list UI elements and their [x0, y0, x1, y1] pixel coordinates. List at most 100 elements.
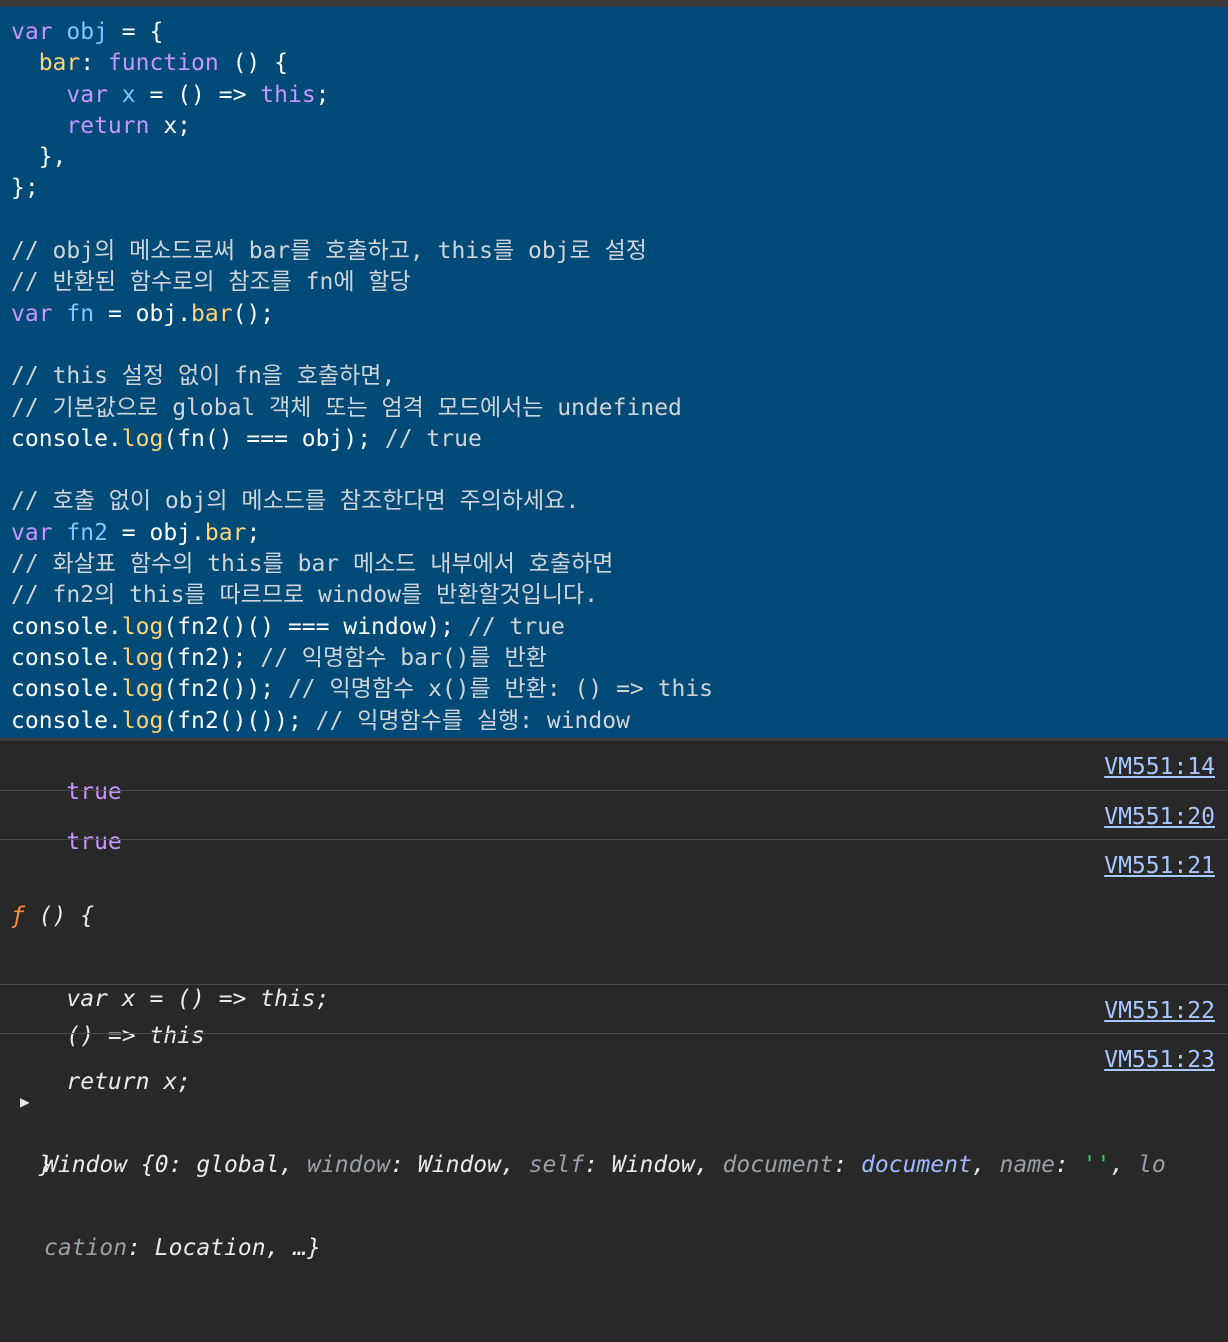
preview-key: document — [722, 1152, 834, 1178]
property: bar — [38, 50, 81, 77]
code-line: console.log(fn2()() === window); // true — [11, 612, 1228, 643]
code-line: return x; — [11, 111, 1228, 142]
code-text: console. — [11, 644, 122, 671]
console-output: true VM551:14 true VM551:20 ƒ () { var x… — [0, 738, 1228, 1261]
code-line: var fn2 = obj.bar; — [11, 518, 1228, 549]
code-line: console.log(fn2()); // 익명함수 x()를 반환: () … — [11, 674, 1228, 705]
method: log — [121, 707, 164, 734]
code-line: var fn = obj.bar(); — [11, 299, 1228, 330]
source-link[interactable]: VM551:22 — [1104, 997, 1215, 1025]
code-text: console. — [11, 707, 122, 734]
code-text: console. — [11, 613, 122, 640]
code-text: (); — [232, 300, 275, 327]
method: log — [121, 425, 164, 452]
preview-text: , — [1110, 1152, 1139, 1178]
console-message: ƒ () { var x = () => this; return x; } V… — [0, 839, 1228, 1178]
identifier: x — [121, 81, 136, 108]
code-comment: // fn2의 this를 따르므로 window를 반환할것입니다. — [11, 582, 599, 609]
code-comment: // true — [467, 613, 565, 640]
code-text: console. — [11, 676, 122, 703]
preview-text: : Window, — [584, 1152, 723, 1178]
code-line: bar: function () { — [11, 48, 1228, 79]
expand-triangle-icon[interactable]: ▶ — [20, 1092, 30, 1111]
preview-string: '' — [1082, 1152, 1111, 1178]
code-text: () { — [218, 50, 288, 77]
code-comment: // 익명함수를 실행: window — [315, 707, 630, 734]
identifier: fn — [66, 300, 95, 327]
keyword: function — [107, 50, 219, 77]
code-text: = obj. — [94, 300, 192, 327]
code-line: console.log(fn() === obj); // true — [11, 424, 1228, 455]
preview-text: Window {0: global, — [44, 1152, 308, 1178]
identifier: fn2 — [66, 519, 108, 546]
code-text: (fn2); — [163, 644, 261, 671]
keyword: var — [11, 300, 53, 327]
code-comment: // 반환된 함수로의 참조를 fn에 할당 — [11, 269, 411, 296]
console-message: true VM551:20 — [0, 790, 1228, 855]
code-line: console.log(fn2()()); // 익명함수를 실행: windo… — [11, 706, 1228, 737]
preview-text: : Window, — [390, 1152, 529, 1178]
property: bar — [204, 519, 247, 546]
code-comment: // 익명함수 bar()를 반환 — [260, 644, 547, 671]
code-comment: // obj의 메소드로써 bar를 호출하고, this를 obj로 설정 — [11, 238, 647, 265]
code-text: x; — [149, 112, 192, 139]
keyword: var — [66, 81, 108, 108]
code-text: : — [80, 50, 108, 77]
code-text: = { — [107, 19, 164, 45]
code-text: (fn2()); — [163, 676, 288, 703]
source-link[interactable]: VM551:23 — [1104, 1046, 1215, 1074]
source-link[interactable]: VM551:21 — [1104, 852, 1215, 880]
preview-key: name — [999, 1152, 1055, 1178]
function-head[interactable]: () { — [25, 903, 94, 929]
console-message: () => this VM551:22 — [0, 984, 1228, 1049]
code-comment: // 호출 없이 obj의 메소드를 참조한다면 주의하세요. — [11, 488, 580, 515]
console-message: true VM551:14 — [0, 738, 1228, 805]
identifier: obj — [66, 19, 108, 45]
code-text: (fn() === obj); — [163, 425, 385, 452]
code-line: var obj = { — [11, 17, 1228, 48]
property: bar — [191, 300, 233, 327]
code-text: = () => — [135, 81, 261, 108]
preview-text: : — [1054, 1152, 1083, 1178]
code-line: console.log(fn2); // 익명함수 bar()를 반환 — [11, 643, 1228, 674]
code-comment: // 기본값으로 global 객체 또는 엄격 모드에서는 undefined — [11, 394, 682, 421]
code-comment: // 화살표 함수의 this를 bar 메소드 내부에서 호출하면 — [11, 551, 614, 578]
code-text: ; — [315, 81, 330, 108]
code-text: console. — [11, 425, 122, 452]
code-comment: // 익명함수 x()를 반환: () => this — [287, 676, 714, 703]
preview-key: cation — [44, 1235, 128, 1261]
code-comment: // this 설정 없이 fn을 호출하면, — [11, 363, 396, 390]
code-editor-selection[interactable]: var obj = { bar: function () { var x = (… — [0, 7, 1228, 738]
code-text: = obj. — [107, 519, 205, 546]
code-text: (fn2()() === window); — [163, 613, 468, 640]
method: log — [121, 644, 164, 671]
keyword: var — [11, 19, 53, 45]
preview-key: self — [528, 1152, 585, 1178]
preview-text: : — [833, 1152, 862, 1178]
code-line: }, — [11, 144, 67, 171]
method: log — [121, 613, 164, 640]
keyword: var — [11, 519, 53, 546]
console-message: ▶ Window {0: global, window: Window, sel… — [0, 1033, 1228, 1261]
top-border — [0, 0, 1228, 7]
code-comment: // true — [384, 425, 482, 452]
keyword: this — [260, 81, 316, 108]
code-text: (fn2()()); — [163, 707, 316, 734]
preview-link: document — [861, 1152, 972, 1178]
code-line: }; — [11, 175, 39, 202]
code-line: var x = () => this; — [11, 80, 1228, 111]
source-link[interactable]: VM551:14 — [1104, 753, 1215, 781]
keyword: return — [66, 112, 150, 139]
function-symbol: ƒ — [11, 903, 25, 929]
code-text: ; — [246, 519, 261, 546]
method: log — [121, 676, 164, 703]
window-object-preview[interactable]: Window {0: global, window: Window, self:… — [44, 1150, 1228, 1181]
preview-key: lo — [1138, 1152, 1166, 1178]
source-link[interactable]: VM551:20 — [1104, 803, 1215, 831]
preview-key: window — [307, 1152, 391, 1178]
preview-text: : Location, …} — [127, 1235, 321, 1261]
preview-text: , — [971, 1152, 1000, 1178]
